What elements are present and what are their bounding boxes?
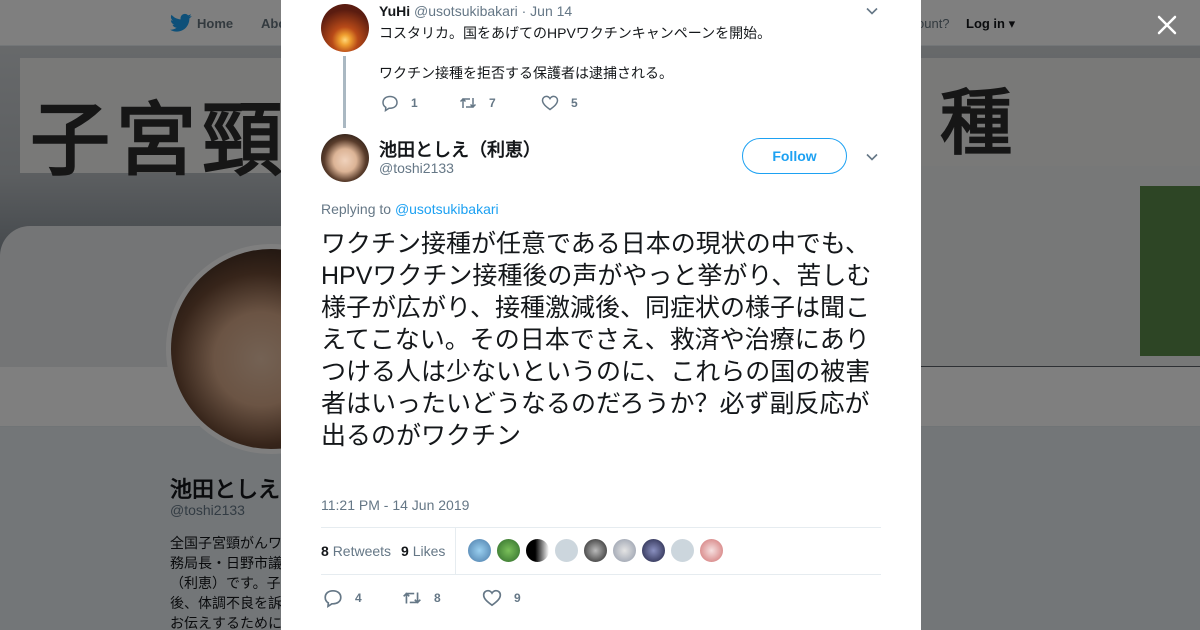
author-avatar[interactable]: [321, 134, 369, 182]
reply-button[interactable]: 4: [323, 588, 362, 608]
parent-author-handle[interactable]: @usotsukibakari: [414, 3, 518, 19]
reply-count: 4: [355, 591, 362, 605]
retweets-stat-label: Retweets: [332, 543, 392, 559]
likes-stat-label: Likes: [412, 543, 446, 559]
reply-icon: [382, 95, 398, 112]
liker-avatar[interactable]: [583, 538, 608, 563]
tweet-timestamp[interactable]: 11:21 PM - 14 Jun 2019: [321, 497, 469, 513]
retweet-button[interactable]: 8: [402, 588, 441, 608]
tweet-modal: YuHi @usotsukibakari · Jun 14 コスタリカ。国をあげ…: [281, 0, 921, 630]
thread-line: [343, 56, 346, 128]
replying-to-link[interactable]: @usotsukibakari: [395, 201, 499, 217]
follow-button[interactable]: Follow: [742, 138, 847, 174]
retweet-icon: [403, 592, 421, 604]
heart-icon: [482, 589, 502, 607]
parent-like-count: 5: [571, 96, 578, 110]
liker-avatar[interactable]: [699, 538, 724, 563]
liker-avatar[interactable]: [467, 538, 492, 563]
liker-avatar[interactable]: [525, 538, 550, 563]
stats-divider: [455, 528, 456, 574]
author-handle[interactable]: @toshi2133: [379, 160, 454, 176]
parent-reply-count: 1: [411, 96, 418, 110]
like-button[interactable]: 9: [482, 588, 521, 608]
replying-to-prefix: Replying to: [321, 201, 392, 217]
retweet-count: 8: [434, 591, 441, 605]
liker-avatars: [467, 538, 728, 563]
liker-avatar[interactable]: [554, 538, 579, 563]
parent-meta: YuHi @usotsukibakari · Jun 14: [379, 3, 572, 19]
parent-retweet-count: 7: [489, 96, 496, 110]
tweet-stats: 8 Retweets 9 Likes: [321, 527, 881, 575]
author-name[interactable]: 池田としえ（利恵）: [379, 136, 541, 162]
parent-retweet-button[interactable]: 7: [459, 94, 496, 112]
parent-reply-button[interactable]: 1: [381, 94, 418, 112]
replying-to: Replying to @usotsukibakari: [321, 201, 499, 217]
parent-author-name[interactable]: YuHi: [379, 3, 410, 19]
parent-text-line1: コスタリカ。国をあげてのHPVワクチンキャンペーンを開始。: [379, 25, 772, 41]
heart-icon: [541, 95, 559, 111]
liker-avatar[interactable]: [612, 538, 637, 563]
liker-avatar[interactable]: [670, 538, 695, 563]
close-icon[interactable]: [1154, 12, 1180, 38]
tweet-text: ワクチン接種が任意である日本の現状の中でも、HPVワクチン接種後の声がやっと挙が…: [321, 230, 872, 450]
reply-icon: [324, 589, 342, 608]
like-count: 9: [514, 591, 521, 605]
likes-stat-count: 9: [401, 543, 409, 559]
parent-text-line2: ワクチン接種を拒否する保護者は逮捕される。: [379, 65, 673, 81]
retweets-stat-count: 8: [321, 543, 329, 559]
liker-avatar[interactable]: [496, 538, 521, 563]
liker-avatar[interactable]: [641, 538, 666, 563]
likes-stat[interactable]: 9 Likes: [401, 543, 445, 559]
retweet-icon: [459, 97, 477, 109]
retweets-stat[interactable]: 8 Retweets: [321, 543, 391, 559]
chevron-down-icon[interactable]: [865, 4, 879, 18]
chevron-down-icon[interactable]: [865, 150, 879, 164]
parent-date[interactable]: · Jun 14: [522, 3, 573, 19]
parent-like-button[interactable]: 5: [541, 94, 578, 112]
parent-avatar[interactable]: [321, 4, 369, 52]
